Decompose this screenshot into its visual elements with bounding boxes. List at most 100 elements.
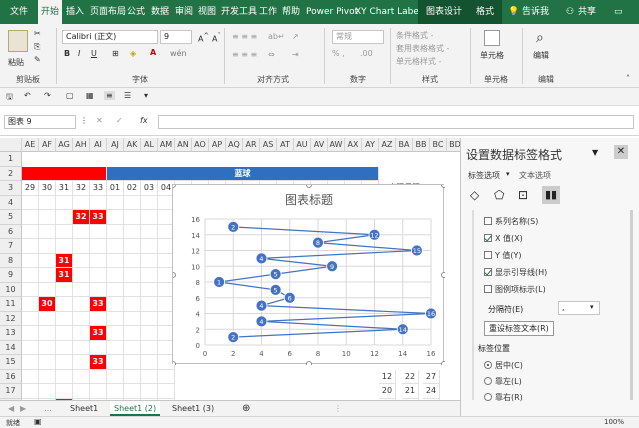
row-header[interactable]: 5 bbox=[0, 210, 22, 225]
cell[interactable] bbox=[22, 268, 39, 283]
position-center[interactable]: 居中(C) bbox=[484, 360, 523, 371]
conditional-format-button[interactable]: 条件格式 - bbox=[396, 30, 433, 41]
cell[interactable] bbox=[22, 239, 39, 254]
cell[interactable] bbox=[107, 311, 124, 326]
macro-record-icon[interactable]: ▣ bbox=[34, 417, 42, 426]
tab-review[interactable]: 审阅 bbox=[175, 0, 193, 24]
cell[interactable] bbox=[124, 340, 141, 355]
select-all-corner[interactable] bbox=[0, 138, 22, 152]
currency-icon[interactable]: % , bbox=[332, 49, 345, 58]
cell[interactable] bbox=[90, 253, 107, 268]
share-button[interactable]: 共享 bbox=[578, 0, 596, 24]
cell[interactable] bbox=[107, 224, 124, 239]
cell[interactable] bbox=[56, 224, 73, 239]
cell-style-button[interactable]: 单元格样式 - bbox=[396, 56, 441, 67]
cell[interactable] bbox=[39, 355, 56, 370]
cell[interactable]: 29 bbox=[22, 181, 39, 196]
cell[interactable] bbox=[141, 384, 158, 399]
cell[interactable] bbox=[124, 297, 141, 312]
decimal-icon[interactable]: .00 bbox=[360, 49, 373, 58]
cell[interactable] bbox=[39, 210, 56, 225]
cells-button[interactable]: 单元格 bbox=[480, 50, 504, 61]
tab-format[interactable]: 格式 bbox=[468, 0, 503, 24]
column-header[interactable]: AZ bbox=[379, 138, 396, 152]
row-header[interactable]: 14 bbox=[0, 340, 22, 355]
reset-label-text-button[interactable]: 重设标签文本(R) bbox=[484, 321, 554, 336]
column-header[interactable]: BC bbox=[430, 138, 447, 152]
collapse-ribbon-icon[interactable]: ˄ bbox=[626, 74, 630, 83]
cell[interactable] bbox=[73, 369, 90, 384]
cell[interactable] bbox=[124, 282, 141, 297]
cell[interactable]: 22 bbox=[402, 369, 419, 384]
search-icon[interactable]: ⌕ bbox=[536, 30, 544, 46]
cell[interactable] bbox=[141, 282, 158, 297]
row-header[interactable]: 8 bbox=[0, 253, 22, 268]
orientation-icon[interactable]: ↗ bbox=[292, 32, 299, 41]
column-header[interactable]: AO bbox=[192, 138, 209, 152]
right-radio[interactable] bbox=[484, 392, 492, 401]
cell[interactable] bbox=[22, 340, 39, 355]
tab-label-options[interactable]: 标签选项 bbox=[468, 170, 500, 181]
cell[interactable] bbox=[22, 355, 39, 370]
row-header[interactable]: 13 bbox=[0, 326, 22, 341]
shrink-font-icon[interactable]: Aˇ bbox=[212, 32, 221, 44]
cell[interactable] bbox=[56, 210, 73, 225]
cell[interactable] bbox=[124, 369, 141, 384]
tab-help[interactable]: 帮助 bbox=[282, 0, 300, 24]
redo-icon[interactable]: ↷ bbox=[44, 91, 51, 100]
format-painter-icon[interactable]: ✎ bbox=[34, 55, 41, 64]
undo-icon[interactable]: ↶ bbox=[24, 91, 31, 100]
cell[interactable] bbox=[124, 195, 141, 210]
cell[interactable] bbox=[124, 311, 141, 326]
tab-text-options[interactable]: 文本选项 bbox=[519, 170, 551, 181]
cell[interactable] bbox=[141, 268, 158, 283]
zoom-level[interactable]: 100% bbox=[604, 418, 624, 426]
label-options-icon[interactable]: ▮▮ bbox=[542, 186, 560, 204]
series-name-checkbox[interactable] bbox=[484, 216, 492, 225]
cell[interactable] bbox=[22, 311, 39, 326]
tab-developer[interactable]: 开发工具 bbox=[221, 0, 257, 24]
cell[interactable]: 32 bbox=[73, 181, 90, 196]
cell[interactable] bbox=[107, 297, 124, 312]
cell[interactable] bbox=[56, 369, 73, 384]
row-header[interactable]: 11 bbox=[0, 297, 22, 312]
cell[interactable] bbox=[73, 311, 90, 326]
cell[interactable] bbox=[141, 195, 158, 210]
cell[interactable] bbox=[39, 369, 56, 384]
column-header[interactable]: AQ bbox=[226, 138, 243, 152]
cell[interactable] bbox=[90, 340, 107, 355]
cell[interactable] bbox=[39, 268, 56, 283]
cell[interactable]: 31 bbox=[56, 181, 73, 196]
list-icon[interactable]: ☰ bbox=[124, 91, 131, 100]
new-file-icon[interactable]: ▢ bbox=[66, 91, 74, 100]
column-header[interactable]: BB bbox=[413, 138, 430, 152]
tab-data[interactable]: 数据 bbox=[151, 0, 169, 24]
leader-lines-checkbox[interactable] bbox=[484, 267, 492, 276]
column-header[interactable]: AN bbox=[175, 138, 192, 152]
cell[interactable] bbox=[39, 239, 56, 254]
customize-qat-icon[interactable]: ▾ bbox=[144, 91, 148, 100]
cell[interactable] bbox=[39, 253, 56, 268]
cell[interactable] bbox=[22, 253, 39, 268]
print-preview-icon[interactable]: ▦ bbox=[86, 91, 94, 100]
column-header[interactable]: AK bbox=[124, 138, 141, 152]
cell[interactable] bbox=[90, 282, 107, 297]
cell[interactable] bbox=[56, 355, 73, 370]
cell[interactable] bbox=[22, 282, 39, 297]
cell[interactable] bbox=[39, 195, 56, 210]
close-icon[interactable]: ✕ bbox=[614, 145, 628, 159]
cell[interactable] bbox=[107, 340, 124, 355]
cell[interactable] bbox=[56, 297, 73, 312]
x-value-checkbox[interactable] bbox=[484, 233, 492, 242]
font-color-icon[interactable]: A bbox=[150, 48, 156, 57]
row-header[interactable]: 16 bbox=[0, 369, 22, 384]
add-sheet-icon[interactable]: ⊕ bbox=[238, 401, 254, 416]
column-header[interactable]: AX bbox=[345, 138, 362, 152]
cell[interactable] bbox=[56, 282, 73, 297]
sheet-tab[interactable]: Sheet1 (3) bbox=[168, 401, 218, 416]
cell[interactable] bbox=[107, 239, 124, 254]
paste-icon[interactable] bbox=[8, 30, 28, 52]
fill-color-icon[interactable]: ◈ bbox=[130, 49, 136, 58]
legend-key-checkbox[interactable] bbox=[484, 284, 492, 293]
cell[interactable] bbox=[141, 326, 158, 341]
